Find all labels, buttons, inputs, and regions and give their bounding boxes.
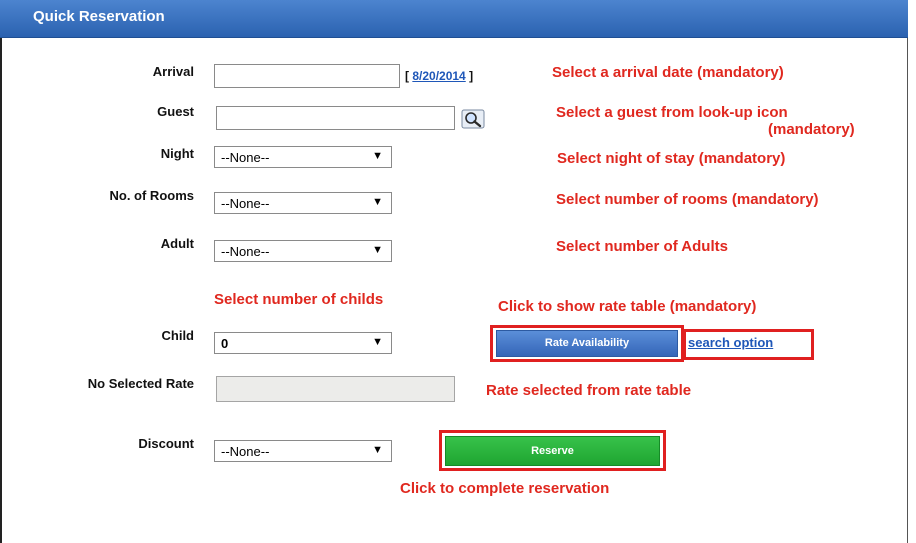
night-select-value: --None--	[221, 150, 270, 165]
discount-label: Discount	[138, 436, 194, 451]
annotation-rate-selected: Rate selected from rate table	[486, 382, 692, 399]
annotation-complete: Click to complete reservation	[400, 480, 610, 497]
arrival-label: Arrival	[152, 64, 194, 79]
bracket-open: [	[405, 69, 409, 83]
discount-select[interactable]: --None-- ▼	[214, 440, 392, 462]
selected-rate-field	[216, 376, 455, 402]
annotation-guest-line2: (mandatory)	[768, 121, 855, 138]
annotation-rate-table: Click to show rate table (mandatory)	[498, 298, 757, 315]
chevron-down-icon: ▼	[372, 244, 383, 256]
selected-rate-label: No Selected Rate	[87, 376, 194, 391]
chevron-down-icon: ▼	[372, 336, 383, 348]
panel-header: Quick Reservation	[0, 0, 908, 38]
chevron-down-icon: ▼	[372, 150, 383, 162]
discount-select-value: --None--	[221, 444, 270, 459]
annotation-guest-line1: Select a guest from look-up icon	[556, 104, 788, 121]
annotation-rooms: Select number of rooms (mandatory)	[556, 191, 819, 208]
guest-label: Guest	[157, 104, 194, 119]
adult-select-value: --None--	[221, 244, 270, 259]
adult-select[interactable]: --None-- ▼	[214, 240, 392, 262]
rooms-label: No. of Rooms	[109, 188, 195, 203]
arrival-date-display: [ 8/20/2014 ]	[405, 69, 473, 83]
rooms-select-value: --None--	[221, 196, 270, 211]
magnifier-icon[interactable]	[461, 109, 485, 129]
chevron-down-icon: ▼	[372, 444, 383, 456]
adult-label: Adult	[160, 236, 194, 251]
night-label: Night	[160, 146, 194, 161]
search-option-link[interactable]: search option	[688, 335, 773, 350]
guest-input[interactable]	[216, 106, 455, 130]
annotation-child: Select number of childs	[214, 291, 384, 308]
panel-title: Quick Reservation	[33, 8, 165, 25]
bracket-close: ]	[469, 69, 474, 83]
child-label: Child	[161, 328, 195, 343]
rooms-select[interactable]: --None-- ▼	[214, 192, 392, 214]
night-select[interactable]: --None-- ▼	[214, 146, 392, 168]
annotation-night: Select night of stay (mandatory)	[557, 150, 786, 167]
child-select[interactable]: 0 ▼	[214, 332, 392, 354]
child-select-value: 0	[221, 336, 229, 351]
arrival-date-link[interactable]: 8/20/2014	[412, 69, 465, 83]
annotation-arrival: Select a arrival date (mandatory)	[552, 64, 784, 81]
rate-availability-button[interactable]: Rate Availability	[496, 330, 678, 357]
reserve-button[interactable]: Reserve	[445, 436, 660, 466]
annotation-adult: Select number of Adults	[556, 238, 728, 255]
chevron-down-icon: ▼	[372, 196, 383, 208]
arrival-date-input[interactable]	[214, 64, 400, 88]
